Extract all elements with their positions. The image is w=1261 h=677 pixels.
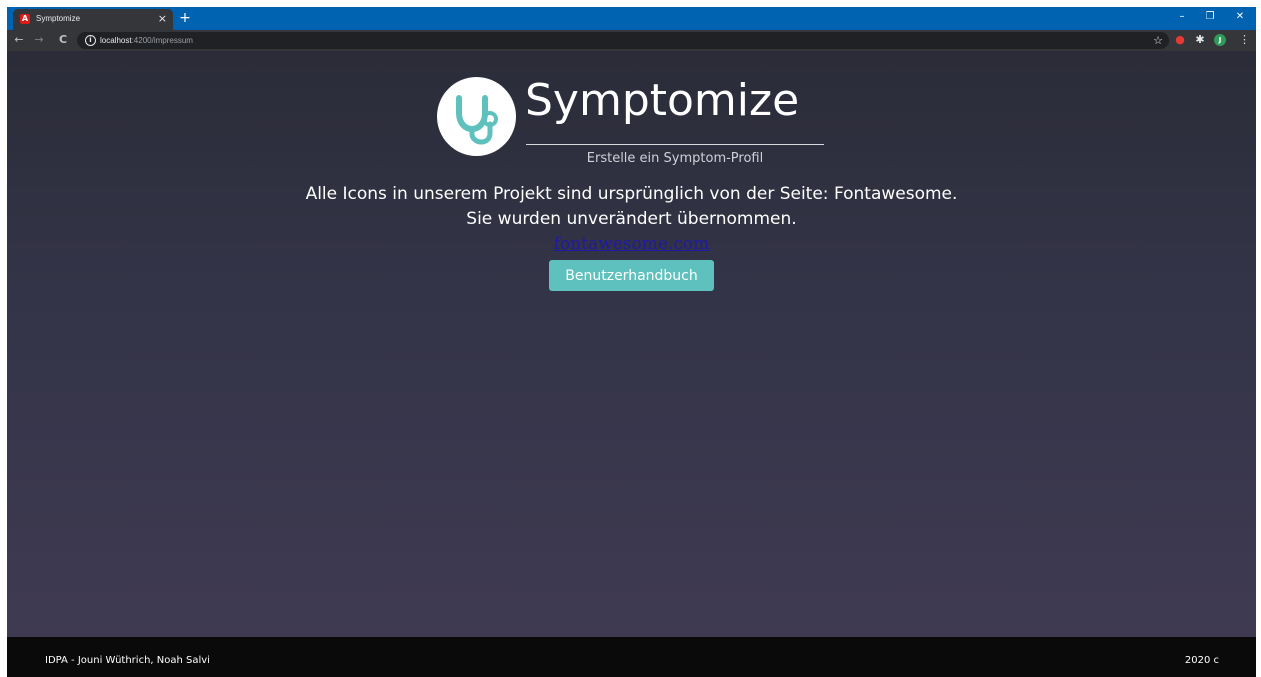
icon-credit-notice: Alle Icons in unserem Projekt sind urspr… — [7, 182, 1256, 257]
profile-avatar[interactable]: J — [1214, 34, 1226, 46]
bookmark-star-icon[interactable]: ☆ — [1153, 33, 1163, 48]
new-tab-button[interactable]: + — [176, 9, 194, 27]
browser-titlebar: A Symptomize × + – ❐ ✕ — [7, 7, 1256, 30]
browser-menu-icon[interactable]: ⋮ — [1239, 32, 1250, 48]
footer-year: 2020 c — [1184, 655, 1219, 666]
brand-title: Symptomize — [525, 75, 800, 126]
footer-credits: IDPA - Jouni Wüthrich, Noah Salvi — [45, 655, 210, 666]
url-path: :4200/impressum — [131, 36, 193, 45]
browser-window: A Symptomize × + – ❐ ✕ ← → C i localhost… — [7, 7, 1256, 677]
minimize-button[interactable]: – — [1172, 9, 1192, 25]
puzzle-extensions-icon[interactable]: ✱ — [1194, 34, 1206, 46]
browser-toolbar: ← → C i localhost:4200/impressum ☆ ● ✱ J… — [7, 30, 1256, 51]
fontawesome-link[interactable]: fontawesome.com — [554, 232, 709, 256]
footer: IDPA - Jouni Wüthrich, Noah Salvi 2020 c — [7, 637, 1256, 677]
tab-title: Symptomize — [36, 14, 81, 23]
back-button[interactable]: ← — [11, 32, 27, 48]
address-bar[interactable]: i localhost:4200/impressum ☆ — [77, 32, 1169, 49]
restore-button[interactable]: ❐ — [1200, 9, 1220, 25]
user-manual-button[interactable]: Benutzerhandbuch — [549, 260, 714, 291]
stethoscope-icon — [456, 95, 498, 145]
window-close-button[interactable]: ✕ — [1230, 9, 1250, 25]
brand-divider — [526, 144, 824, 145]
page-content: Symptomize Erstelle ein Symptom-Profil A… — [7, 51, 1256, 637]
site-info-icon[interactable]: i — [85, 35, 96, 46]
forward-button[interactable]: → — [31, 32, 47, 48]
notice-line: Alle Icons in unserem Projekt sind urspr… — [305, 184, 958, 204]
logo — [437, 77, 516, 156]
url-host: localhost — [100, 36, 132, 45]
brand-subtitle: Erstelle ein Symptom-Profil — [586, 151, 764, 166]
angular-favicon-icon: A — [20, 14, 30, 24]
browser-tab[interactable]: A Symptomize × — [13, 9, 173, 30]
red-extension-icon[interactable]: ● — [1174, 34, 1186, 46]
tab-close-icon[interactable]: × — [158, 12, 167, 26]
url-text[interactable]: localhost:4200/impressum — [100, 34, 193, 47]
notice-line: Sie wurden unverändert übernommen. — [466, 209, 797, 229]
reload-button[interactable]: C — [55, 32, 71, 48]
